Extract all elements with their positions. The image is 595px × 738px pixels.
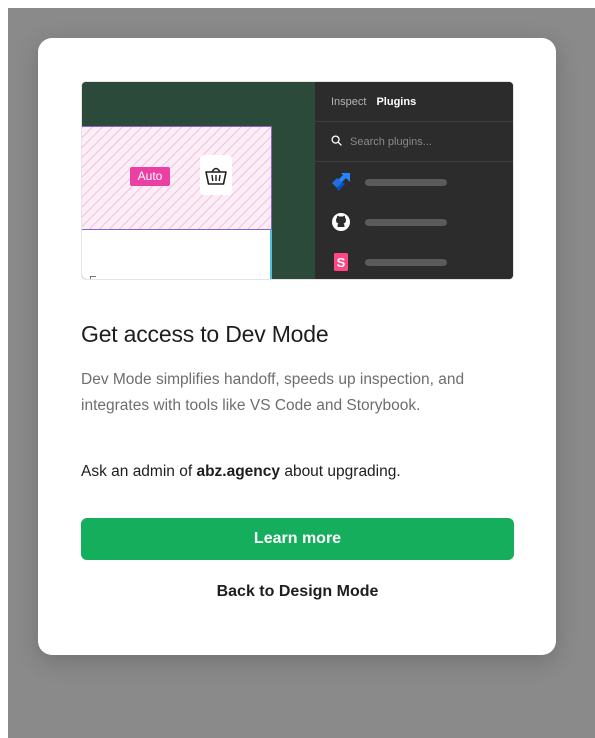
- plugin-row-github: [331, 211, 501, 233]
- ask-suffix: about upgrading.: [280, 463, 401, 480]
- ask-prefix: Ask an admin of: [81, 463, 197, 480]
- corner-mark: [90, 276, 96, 279]
- plugin-search: Search plugins...: [315, 122, 513, 162]
- plugin-name-placeholder: [365, 218, 447, 226]
- plugin-row-storybook: S: [331, 251, 501, 273]
- auto-layout-padding: Auto: [82, 126, 272, 230]
- plugins-panel: Inspect Plugins Search plugins... S: [315, 82, 513, 279]
- svg-text:S: S: [337, 255, 346, 270]
- dialog-description: Dev Mode simplifies handoff, speeds up i…: [81, 371, 465, 414]
- search-placeholder: Search plugins...: [350, 135, 432, 148]
- tab-plugins: Plugins: [376, 95, 417, 108]
- admin-request-text: Ask an admin of abz.agency about upgradi…: [81, 459, 521, 485]
- plugin-row-jira: [331, 171, 501, 193]
- tab-inspect: Inspect: [331, 95, 367, 108]
- organization-name: abz.agency: [196, 463, 281, 480]
- dialog-title: Get access to Dev Mode: [81, 321, 329, 347]
- jira-icon: [331, 172, 351, 192]
- preview-frame: Auto: [82, 126, 272, 279]
- back-to-design-mode-link[interactable]: Back to Design Mode: [81, 579, 514, 605]
- plugin-name-placeholder: [365, 258, 447, 266]
- preview-canvas: Auto: [82, 82, 315, 279]
- learn-more-button[interactable]: Learn more: [81, 518, 514, 560]
- auto-badge: Auto: [130, 167, 170, 186]
- dev-mode-upgrade-dialog: Auto Inspect Plugins Search plugins... S…: [38, 38, 556, 655]
- basket-icon: [200, 155, 232, 195]
- github-icon: [331, 212, 351, 232]
- panel-tabs: Inspect Plugins: [315, 82, 513, 122]
- plugin-name-placeholder: [365, 178, 447, 186]
- search-icon: [331, 133, 342, 151]
- selection-edge: [270, 230, 272, 279]
- storybook-icon: S: [331, 252, 351, 272]
- dev-mode-preview-illustration: Auto Inspect Plugins Search plugins... S: [81, 81, 514, 280]
